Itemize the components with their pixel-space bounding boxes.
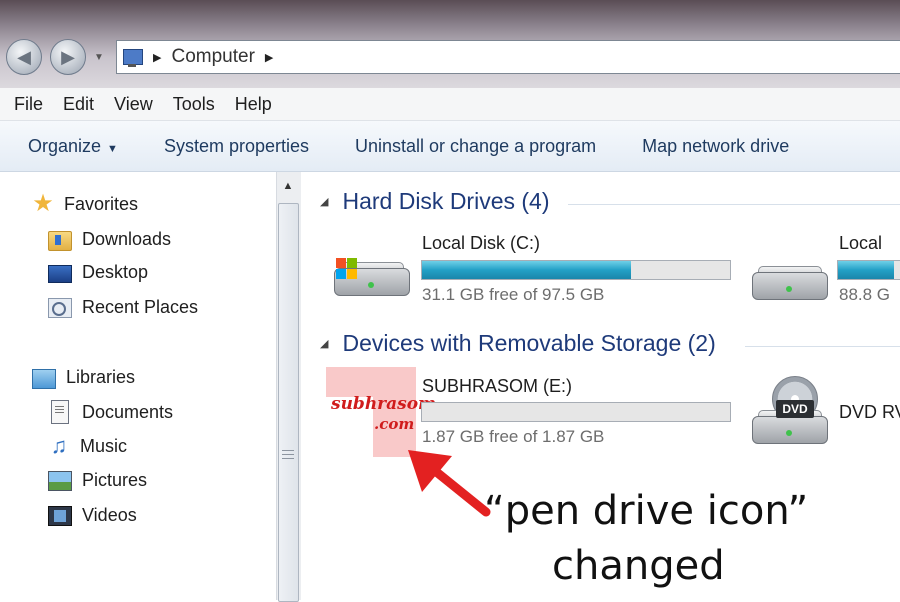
grip-icon [282, 450, 294, 462]
drive-usage-bar-c [421, 260, 731, 280]
group-header-label: Hard Disk Drives (4) [342, 188, 550, 214]
address-bar[interactable]: ▶ Computer ▶ [116, 40, 900, 74]
breadcrumb-arrow-icon[interactable]: ▶ [153, 51, 161, 64]
pen-drive-icon-top-band [326, 367, 416, 397]
menu-file[interactable]: File [14, 94, 43, 115]
menu-help[interactable]: Help [235, 94, 272, 115]
nav-item-desktop[interactable]: Desktop [48, 262, 148, 283]
nav-libraries-label: Libraries [66, 367, 136, 387]
nav-item-label: Desktop [82, 262, 149, 282]
nav-item-documents[interactable]: Documents [48, 400, 173, 424]
drive-usage-fill [422, 261, 632, 279]
star-icon: ★ [32, 190, 54, 217]
uninstall-program-button[interactable]: Uninstall or change a program [355, 136, 596, 157]
recent-pages-dropdown[interactable]: ▼ [94, 52, 104, 63]
chevron-up-icon: ▲ [282, 180, 294, 192]
nav-item-recent-places[interactable]: Recent Places [48, 297, 198, 318]
annotation-arrow-head [408, 450, 452, 492]
command-bar: Organize ▼ System properties Uninstall or… [0, 121, 900, 172]
documents-icon [51, 400, 69, 424]
nav-item-videos[interactable]: Videos [48, 504, 137, 526]
desktop-icon [48, 265, 72, 283]
map-network-drive-button[interactable]: Map network drive [642, 136, 789, 157]
pictures-icon [48, 471, 72, 491]
back-button[interactable]: ◀ [6, 39, 42, 75]
dvd-badge: DVD [776, 400, 814, 418]
drive-name-dvd[interactable]: DVD RV [839, 402, 900, 423]
drive-usage-fill [838, 261, 894, 279]
annotation-line-2: changed [552, 543, 725, 589]
annotation-line-1: “pen drive icon” [484, 488, 809, 534]
menu-tools[interactable]: Tools [173, 94, 215, 115]
downloads-folder-icon [48, 231, 72, 251]
drive-name-2[interactable]: Local [839, 233, 882, 254]
nav-item-pictures[interactable]: Pictures [48, 469, 147, 491]
forward-button[interactable]: ▶ [50, 39, 86, 75]
organize-button[interactable]: Organize ▼ [28, 136, 118, 157]
drive-name-c[interactable]: Local Disk (C:) [422, 233, 540, 254]
arrow-left-icon: ◀ [17, 46, 31, 67]
breadcrumb-computer[interactable]: Computer [171, 46, 254, 68]
drive-name-e[interactable]: SUBHRASOM (E:) [422, 376, 572, 397]
dvd-drive-icon[interactable]: DVD [752, 376, 830, 446]
nav-favorites-label: Favorites [64, 193, 139, 214]
chevron-down-icon: ▼ [107, 142, 118, 155]
icon-watermark-domain: .com [374, 415, 415, 433]
nav-item-label: Music [80, 435, 128, 456]
collapse-triangle-icon: ◢ [320, 338, 329, 350]
videos-icon [48, 506, 72, 526]
computer-icon [123, 49, 143, 67]
drive-usage-bar-e [421, 402, 731, 422]
system-properties-button[interactable]: System properties [164, 136, 309, 157]
collapse-triangle-icon: ◢ [320, 196, 329, 208]
nav-item-downloads[interactable]: Downloads [48, 228, 171, 251]
music-icon: ♫ [50, 433, 68, 458]
hard-drive-icon[interactable] [752, 262, 828, 302]
group-header-removable[interactable]: ◢ Devices with Removable Storage (2) [320, 330, 716, 357]
menu-edit[interactable]: Edit [63, 94, 94, 115]
organize-label: Organize [28, 135, 102, 156]
group-header-hard-disks[interactable]: ◢ Hard Disk Drives (4) [320, 188, 550, 215]
group-header-label: Devices with Removable Storage (2) [342, 330, 716, 356]
nav-item-music[interactable]: ♫ Music [48, 435, 127, 457]
recent-places-icon [48, 297, 72, 318]
group-divider [568, 204, 900, 205]
hard-drive-icon[interactable] [334, 258, 410, 298]
nav-item-label: Pictures [82, 469, 148, 490]
nav-libraries[interactable]: Libraries [32, 366, 135, 389]
scroll-up-button[interactable]: ▲ [276, 172, 300, 200]
nav-favorites[interactable]: ★ Favorites [32, 190, 139, 217]
drive-free-space-2: 88.8 G [839, 285, 891, 304]
nav-item-label: Videos [82, 504, 137, 525]
annotation-arrow-shaft [429, 465, 491, 517]
chevron-down-icon: ▼ [94, 52, 104, 63]
breadcrumb-arrow-icon[interactable]: ▶ [265, 51, 273, 64]
drive-usage-bar-2 [837, 260, 900, 280]
scrollbar-thumb[interactable] [278, 203, 299, 602]
nav-item-label: Documents [82, 401, 174, 422]
menu-bar: File Edit View Tools Help [0, 88, 900, 121]
windows-logo-icon [336, 258, 358, 280]
libraries-icon [32, 369, 56, 389]
drive-free-space-c: 31.1 GB free of 97.5 GB [422, 285, 605, 304]
nav-item-label: Recent Places [82, 297, 199, 317]
group-divider [745, 346, 900, 347]
menu-view[interactable]: View [114, 94, 153, 115]
arrow-right-icon: ▶ [61, 46, 75, 67]
nav-item-label: Downloads [82, 229, 172, 249]
